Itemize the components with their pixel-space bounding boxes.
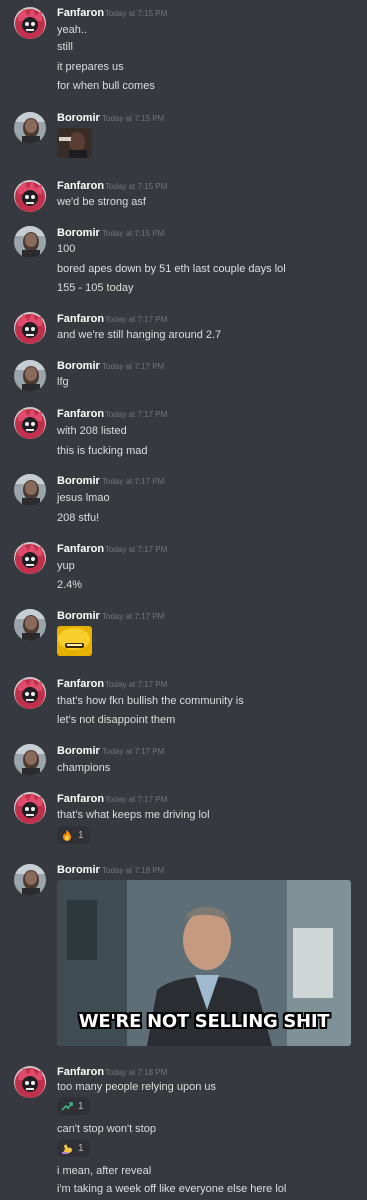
message-line: 208 stfu! <box>57 512 100 524</box>
avatar-boromir[interactable] <box>14 112 46 144</box>
timestamp: Today at 7:17 PM <box>102 612 165 621</box>
reaction-count: 1 <box>78 1100 84 1112</box>
author-name[interactable]: Fanfaron <box>57 7 104 19</box>
reaction-fire[interactable]: 1 <box>57 826 90 844</box>
message-line: i mean, after reveal <box>57 1165 152 1177</box>
avatar-boromir[interactable] <box>14 226 46 258</box>
avatar-boromir[interactable] <box>14 360 46 392</box>
avatar-fanfaron[interactable] <box>14 407 46 439</box>
author-name[interactable]: Boromir <box>57 227 100 239</box>
message-line: bored apes down by 51 eth last couple da… <box>57 263 286 275</box>
message-line: still <box>57 41 73 53</box>
chart-up-icon <box>61 1100 73 1112</box>
message-line: yup <box>57 560 75 572</box>
author-name[interactable]: Fanfaron <box>57 678 104 690</box>
message-line: 100 <box>57 243 76 255</box>
avatar-boromir[interactable] <box>14 609 46 641</box>
reaction-chart-up[interactable]: 1 <box>57 1097 90 1115</box>
avatar-boromir[interactable] <box>14 474 46 506</box>
author-name[interactable]: Fanfaron <box>57 313 104 325</box>
message-line: jesus lmao <box>57 492 110 504</box>
author-name[interactable]: Boromir <box>57 475 100 487</box>
timestamp: Today at 7:17 PM <box>105 315 168 324</box>
author-name[interactable]: Boromir <box>57 864 100 876</box>
fire-icon <box>61 829 73 841</box>
timestamp: Today at 7:17 PM <box>102 477 165 486</box>
message-line: i'm taking a week off like everyone else… <box>57 1183 287 1195</box>
gold-mouth-emote[interactable] <box>57 626 92 656</box>
message-line: 2.4% <box>57 579 83 591</box>
reaction-count: 1 <box>78 1142 84 1154</box>
avatar-fanfaron[interactable] <box>14 312 46 344</box>
avatar-fanfaron[interactable] <box>14 1066 46 1098</box>
message-line: that's what keeps me driving lol <box>57 809 210 821</box>
avatar-fanfaron[interactable] <box>14 542 46 574</box>
meme-caption: WE'RE NOT SELLING SHIT <box>78 1011 330 1032</box>
message-line: can't stop won't stop <box>57 1123 156 1135</box>
avatar-fanfaron[interactable] <box>14 792 46 824</box>
timestamp: Today at 7:15 PM <box>102 114 165 123</box>
timestamp: Today at 7:17 PM <box>102 362 165 371</box>
author-name[interactable]: Boromir <box>57 745 100 757</box>
message-line: too many people relying upon us <box>57 1081 216 1093</box>
timestamp: Today at 7:18 PM <box>102 866 165 875</box>
author-name[interactable]: Fanfaron <box>57 543 104 555</box>
message-line: 155 - 105 today <box>57 282 134 294</box>
timestamp: Today at 7:17 PM <box>105 680 168 689</box>
message-line: this is fucking mad <box>57 445 148 457</box>
timestamp: Today at 7:15 PM <box>102 229 165 238</box>
message-line: lfg <box>57 376 69 388</box>
flex-icon <box>61 1142 73 1154</box>
timestamp: Today at 7:17 PM <box>105 545 168 554</box>
timestamp: Today at 7:17 PM <box>105 795 168 804</box>
timestamp: Today at 7:18 PM <box>105 1068 168 1077</box>
avatar-boromir[interactable] <box>14 744 46 776</box>
author-name[interactable]: Boromir <box>57 360 100 372</box>
author-name[interactable]: Boromir <box>57 610 100 622</box>
author-name[interactable]: Boromir <box>57 112 100 124</box>
author-name[interactable]: Fanfaron <box>57 408 104 420</box>
message-line: let's not disappoint them <box>57 714 176 726</box>
timestamp: Today at 7:15 PM <box>105 9 168 18</box>
message-line: we'd be strong asf <box>57 196 146 208</box>
pointing-man-emote[interactable] <box>57 128 92 158</box>
author-name[interactable]: Fanfaron <box>57 180 104 192</box>
avatar-fanfaron[interactable] <box>14 180 46 212</box>
avatar-fanfaron[interactable] <box>14 677 46 709</box>
reaction-flex[interactable]: 1 <box>57 1139 90 1157</box>
avatar-boromir[interactable] <box>14 864 46 896</box>
meme-image[interactable]: WE'RE NOT SELLING SHIT <box>57 880 351 1046</box>
message-line: with 208 listed <box>57 425 127 437</box>
message-line: yeah.. <box>57 24 87 36</box>
message-line: that's how fkn bullish the community is <box>57 695 244 707</box>
timestamp: Today at 7:15 PM <box>105 182 168 191</box>
message-line: champions <box>57 762 111 774</box>
message-line: for when bull comes <box>57 80 155 92</box>
reaction-count: 1 <box>78 829 84 841</box>
timestamp: Today at 7:17 PM <box>105 410 168 419</box>
message-line: it prepares us <box>57 61 124 73</box>
timestamp: Today at 7:17 PM <box>102 747 165 756</box>
author-name[interactable]: Fanfaron <box>57 793 104 805</box>
avatar-fanfaron[interactable] <box>14 7 46 39</box>
message-line: and we're still hanging around 2.7 <box>57 329 222 341</box>
author-name[interactable]: Fanfaron <box>57 1066 104 1078</box>
